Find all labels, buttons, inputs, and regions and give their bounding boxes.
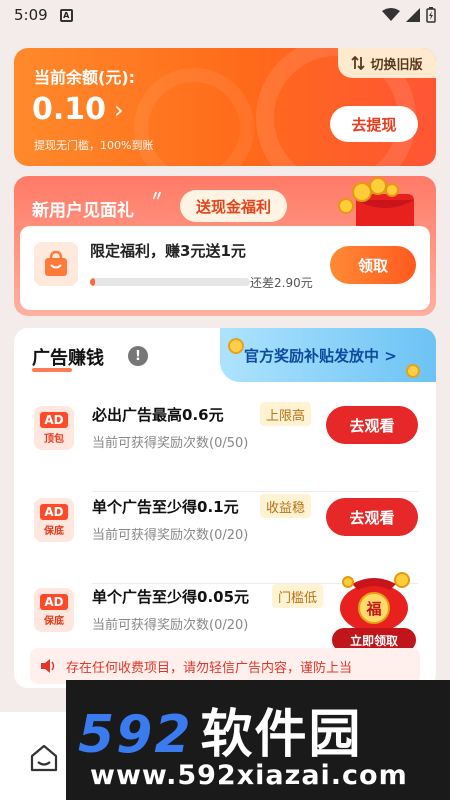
remaining-amount: 还差2.90元 [250, 276, 313, 290]
coin-icon [406, 364, 420, 378]
ad-task-count: 当前可获得奖励次数(0/20) [92, 618, 249, 633]
title-underline [32, 368, 72, 372]
ad-badge-text: AD [40, 411, 68, 428]
offer-text: 限定福利，赚3元送1元 [90, 242, 246, 260]
switch-label: 切换旧版 [370, 57, 423, 73]
notification-icon: A [59, 8, 73, 22]
offer-progress-fill [90, 278, 95, 286]
status-bar: 5:09 A [0, 0, 450, 30]
info-icon[interactable]: ! [128, 346, 148, 366]
coin-icon [228, 338, 244, 354]
lucky-bag-button[interactable]: 福 立即领取 [322, 560, 418, 652]
lucky-char: 福 [365, 600, 381, 618]
ad-task-name: 单个广告至少得0.05元 [92, 588, 250, 606]
ad-earning-section: 广告赚钱 ! 官方奖励补贴发放中 > AD 顶包 必出广告最高0.6元 上限高 … [14, 328, 436, 688]
watermark-logo-number: 592 [78, 705, 193, 765]
ad-badge-icon: AD 保底 [34, 498, 74, 542]
watermark-logo: 592 软件园 [78, 692, 363, 767]
ad-task-tag: 上限高 [260, 402, 312, 426]
ad-badge-sub: 保底 [44, 615, 64, 627]
status-time: 5:09 [14, 6, 48, 24]
claim-button[interactable]: 领取 [330, 246, 416, 284]
chevron-right-icon: › [114, 95, 124, 124]
watch-ad-button[interactable]: 去观看 [326, 406, 418, 444]
ad-task-name: 必出广告最高0.6元 [92, 406, 224, 424]
ad-task-tag: 门槛低 [272, 584, 324, 608]
ad-badge-text: AD [40, 503, 68, 520]
watermark-overlay: 592 软件园 www.592xiazai.com [66, 680, 450, 800]
balance-label: 当前余额(元): [34, 68, 136, 87]
cash-welfare-pill: 送现金福利 [180, 190, 288, 222]
home-tab-icon[interactable] [28, 742, 60, 774]
balance-value: 0.10 [32, 92, 107, 127]
ad-section-title: 广告赚钱 [32, 344, 104, 372]
shopping-bag-icon [34, 242, 78, 286]
offer-progress-bar [90, 278, 250, 286]
wifi-icon [382, 8, 400, 21]
withdraw-button[interactable]: 去提现 [330, 106, 418, 142]
watermark-logo-text: 软件园 [200, 705, 363, 765]
ad-task-count: 当前可获得奖励次数(0/20) [92, 528, 249, 543]
new-user-card: 新用户见面礼 〃 送现金福利 限定福利，赚3元送1元 还差2.90元 领取 [14, 176, 436, 316]
ad-badge-text: AD [40, 593, 68, 610]
signal-icon [406, 8, 420, 22]
ad-task-count: 当前可获得奖励次数(0/50) [92, 436, 249, 451]
speaker-icon [41, 659, 55, 673]
ad-task-tag: 收益稳 [260, 494, 312, 518]
ad-badge-icon: AD 顶包 [34, 406, 74, 450]
official-subsidy-banner[interactable]: 官方奖励补贴发放中 > [220, 328, 436, 382]
watch-ad-button[interactable]: 去观看 [326, 498, 418, 536]
ad-badge-icon: AD 保底 [34, 588, 74, 632]
balance-card: 当前余额(元): 0.10 › 提现无门槛，100%到账 切换旧版 去提现 [14, 48, 436, 166]
watermark-url: www.592xiazai.com [90, 760, 408, 791]
fraud-notice: 存在任何收费项目，请勿轻信广告内容，谨防上当 [30, 648, 420, 684]
ad-badge-sub: 顶包 [44, 433, 64, 445]
ad-task-row: AD 顶包 必出广告最高0.6元 上限高 当前可获得奖励次数(0/50) 去观看 [14, 400, 436, 492]
balance-amount[interactable]: 0.10 › [32, 92, 124, 127]
notice-text: 存在任何收费项目，请勿轻信广告内容，谨防上当 [66, 660, 353, 676]
ad-section-title-text: 广告赚钱 [32, 348, 104, 369]
switch-icon [351, 56, 366, 70]
ad-task-name: 单个广告至少得0.1元 [92, 498, 239, 516]
battery-icon [426, 7, 436, 23]
lucky-bag-icon: 福 [340, 572, 410, 632]
ad-badge-sub: 保底 [44, 525, 64, 537]
sparkle-icon: 〃 [150, 189, 164, 205]
withdraw-note: 提现无门槛，100%到账 [34, 139, 154, 152]
switch-old-version-button[interactable]: 切换旧版 [338, 48, 436, 78]
new-user-offer-panel: 限定福利，赚3元送1元 还差2.90元 领取 [20, 226, 430, 310]
banner-text: 官方奖励补贴发放中 > [244, 346, 397, 365]
new-user-title: 新用户见面礼 [32, 201, 134, 221]
